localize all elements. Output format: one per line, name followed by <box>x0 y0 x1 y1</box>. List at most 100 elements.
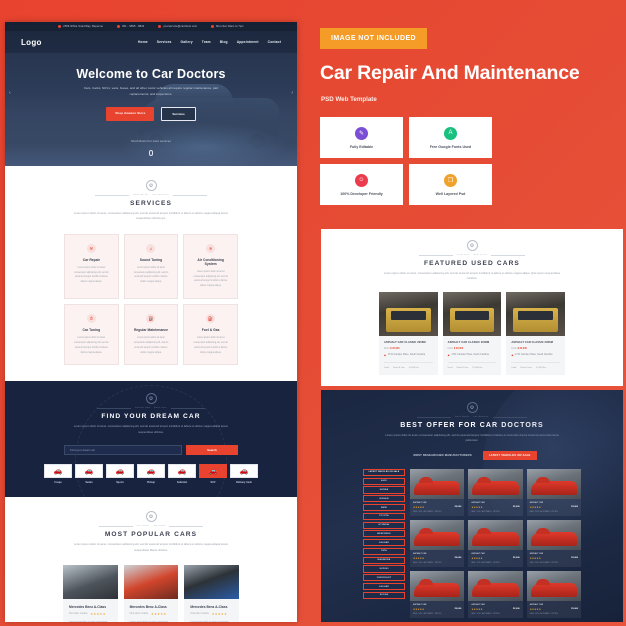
popular-car-card[interactable]: Mercedes Benz A-Class Find other models ★★… <box>63 564 118 622</box>
manufacturer-item[interactable]: CHEVROLET <box>363 574 405 582</box>
service-card[interactable]: ⛽ Regular Maintenance Lorem ipsum dolor si… <box>123 304 179 366</box>
star-rating: ★★★★★ <box>471 506 483 509</box>
car-type-filter: 🚗 Coupe 🚗 Sedan 🚗 Sports 🚗 Pickup 🚗 Cabriolet 🚗 SUV… <box>5 464 297 484</box>
offer-card[interactable]: ASPHALT CAR ★★★★★ $2,000 NEW - 2019 - AUTOM… <box>410 468 465 516</box>
car-thumbnail <box>410 519 465 550</box>
offer-card[interactable]: ASPHALT CAR ★★★★★ $2,000 NEW - 2019 - AUTOM… <box>526 468 581 516</box>
car-type-suv[interactable]: 🚗 SUV <box>199 464 227 484</box>
car-thumbnail <box>410 570 465 601</box>
services-button[interactable]: Services <box>161 106 196 121</box>
car-type-sports[interactable]: 🚗 Sports <box>106 464 134 484</box>
manufacturer-item[interactable]: JAGUAR <box>363 539 405 547</box>
shop-amazon-store-button[interactable]: Shop Amazon Store <box>106 106 155 121</box>
offer-card[interactable]: ASPHALT CAR ★★★★★ $2,000 NEW - 2019 - AUTOM… <box>526 519 581 567</box>
image-not-included-badge: IMAGE NOT INCLUDED <box>320 28 427 49</box>
featured-car-card[interactable]: ASPHALT CAR CLASSIC 2006M From $ 20,000 ◆ 1… <box>379 291 438 375</box>
rule-right <box>491 254 526 256</box>
scroll-down-hint[interactable]: Scroll Down For more services <box>5 140 297 161</box>
carousel-prev-arrow[interactable]: ‹ <box>9 90 11 96</box>
service-card[interactable]: ⛽ Fuel & Gas Lorem ipsum dolor sit amet co… <box>183 304 238 366</box>
car-thumbnail <box>526 570 581 601</box>
manufacturer-item[interactable]: HONDA <box>363 486 405 494</box>
manufacturer-item[interactable]: MERCEDES <box>363 530 405 538</box>
car-thumbnail <box>410 468 465 499</box>
car-thumbnail <box>442 291 502 336</box>
popular-car-card[interactable]: Mercedes Benz A-Class Find other models ★★… <box>123 564 179 622</box>
feature-box: ☺ 100% Developer Friendly <box>320 164 403 205</box>
star-rating: ★★★★★ <box>151 611 167 616</box>
car-type-coupe[interactable]: 🚗 Coupe <box>44 464 72 484</box>
service-card[interactable]: ⚒ Car Repair Lorem ipsum dolor sit amet co… <box>64 233 119 300</box>
topbar-item[interactable]: yourservice@cardocto.com <box>158 25 197 28</box>
car-type-pickup[interactable]: 🚗 Pickup <box>137 464 165 484</box>
popular-car-card[interactable]: Mercedes Benz A-Class Find other models ★★… <box>184 564 239 622</box>
manufacturer-item[interactable]: NISSAN <box>363 495 405 503</box>
offer-card[interactable]: ASPHALT CAR ★★★★★ $2,000 NEW - 2019 - AUTOM… <box>410 570 465 618</box>
manufacturer-item[interactable]: HYUNDAI <box>363 521 405 529</box>
services-section: ⚙ what we do our services SERVICES Lorem… <box>5 166 297 382</box>
manufacturer-item[interactable]: AUDI <box>363 477 405 485</box>
manufacturer-item[interactable]: SUZUKI <box>363 565 405 573</box>
gear-icon: ⚙ <box>466 240 478 251</box>
car-thumbnail <box>526 468 581 499</box>
rule-right <box>169 525 204 527</box>
car-name: ASPHALT CAR CLASSIC 2006M <box>447 340 490 344</box>
promo-title: Car Repair And Maintenance <box>320 62 580 84</box>
featured-car-card[interactable]: ASPHALT CAR CLASSIC 2006M From $ 20,000 ◆ 1… <box>442 291 502 375</box>
car-location: ◆ 1731 Camden Place, South Carolina <box>384 354 433 357</box>
offer-card[interactable]: ASPHALT CAR ★★★★★ $2,000 NEW - 2019 - AUTOM… <box>410 519 465 567</box>
topbar-item[interactable]: 2566 White Snail Way, Bayonne <box>58 25 103 28</box>
topbar-item[interactable]: Mon-Sat 10am to 7pm <box>211 25 244 28</box>
nav-item-blog[interactable]: Blog <box>220 40 228 44</box>
star-rating: ★★★★★ <box>413 608 425 611</box>
nav-item-home[interactable]: Home <box>138 40 148 44</box>
manufacturer-item[interactable]: TOYOTA <box>363 512 405 520</box>
service-card[interactable]: ⏱ Car Tuning Lorem ipsum dolor sit amet co… <box>64 304 119 366</box>
manufacturer-item[interactable]: TATA <box>363 547 405 556</box>
best-offer-eyebrow-left: best deals <box>455 416 470 418</box>
car-thumbnail <box>184 564 239 599</box>
best-offer-tab[interactable]: LATEST VEHICLES ON SALE <box>482 450 537 460</box>
nav-item-gallery[interactable]: Gallery <box>181 40 193 44</box>
nav-item-appointment[interactable]: Appointment <box>237 40 259 44</box>
offer-price: $2,000 <box>512 506 520 509</box>
featured-car-card[interactable]: ASPHALT CAR CLASSIC 2006M From $ 20,000 ◆ 1… <box>506 291 565 375</box>
nav-item-services[interactable]: Services <box>157 40 172 44</box>
site-logo[interactable]: Logo <box>21 38 42 47</box>
nav-item-contact[interactable]: Contact <box>268 40 281 44</box>
manufacturer-item[interactable]: SKODA <box>363 591 405 599</box>
price-value: $ 20,000 <box>390 346 400 350</box>
car-meta-row: Used Petrol & Gas 15,000 Km <box>447 361 497 369</box>
services-heading: ⚙ what we do our services SERVICES Lorem… <box>5 180 297 222</box>
gear-icon: ⚙ <box>466 402 478 413</box>
offer-card[interactable]: ASPHALT CAR ★★★★★ $2,000 NEW - 2019 - AUTOM… <box>468 570 523 618</box>
topbar-item[interactable]: 001 - 9595 - 8844 <box>117 25 144 28</box>
car-type-sedan[interactable]: 🚗 Sedan <box>75 464 103 484</box>
services-eyebrow-left: what we do <box>133 194 149 196</box>
service-card[interactable]: ♫ Sound Tuning Lorem ipsum dolor sit amet … <box>123 233 179 300</box>
car-type-label: Coupe <box>54 481 62 485</box>
manufacturer-item[interactable]: BMW <box>363 503 405 512</box>
car-type-delivery-truck[interactable]: 🚗 Delivery truck <box>230 464 258 484</box>
rule-left <box>418 254 453 256</box>
offer-card[interactable]: ASPHALT CAR ★★★★★ $2,000 NEW - 2019 - AUTOM… <box>468 519 523 567</box>
best-offer-eyebrow-right: car doctors <box>473 416 489 418</box>
service-card[interactable]: ❄ Air Conditioning System Lorem ipsum dolo… <box>183 233 238 300</box>
topbar-item-label: Mon-Sat 10am to 7pm <box>216 25 244 28</box>
car-type-cabriolet[interactable]: 🚗 Cabriolet <box>168 464 196 484</box>
offer-note: NEW - 2019 - AUTOMATIC - PETROL <box>413 561 442 564</box>
dream-search-button[interactable]: Search <box>186 445 238 456</box>
nav-item-team[interactable]: Team <box>202 40 211 44</box>
offer-card[interactable]: ASPHALT CAR ★★★★★ $2,000 NEW - 2019 - AUTOM… <box>526 570 581 618</box>
best-offer-tab[interactable]: MOST RESEARCHED MANUFACTURERS <box>407 451 477 460</box>
offer-card[interactable]: ASPHALT CAR ★★★★★ $2,000 NEW - 2019 - AUTOM… <box>468 468 523 516</box>
hero-content: Welcome to Car Doctors Cars, trucks, SUV… <box>5 53 297 121</box>
carousel-next-arrow[interactable]: › <box>291 90 293 96</box>
manufacturer-item[interactable]: MAHINDRA <box>363 556 405 564</box>
feature-box: ❐ Well Layered Psd <box>409 164 492 205</box>
star-rating: ★★★★★ <box>90 611 106 616</box>
dream-search-input[interactable]: Find your dream car <box>64 445 182 456</box>
feature-box: A Free Google Fonts Used <box>409 117 492 158</box>
offer-name: ASPHALT CAR <box>413 552 427 555</box>
manufacturer-item[interactable]: JAGUAR <box>363 582 405 591</box>
